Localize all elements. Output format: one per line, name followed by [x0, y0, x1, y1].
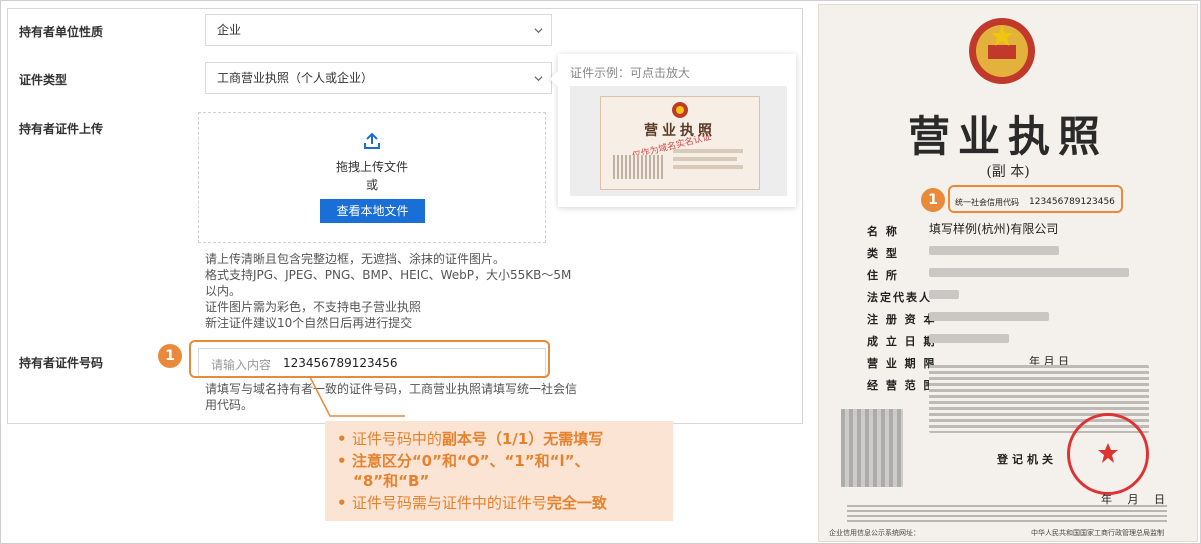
cert-sample-popover[interactable]: 证件示例：可点击放大 营业执照 仅作为域名实名认证	[549, 54, 796, 207]
upload-dropzone[interactable]: 拖拽上传文件 或 查看本地文件	[198, 112, 546, 243]
upload-label: 持有者证件上传	[19, 122, 104, 136]
official-seal	[1067, 413, 1149, 495]
field-name-label: 名 称	[867, 225, 899, 238]
field-capital-label: 注 册 资 本	[867, 313, 937, 326]
qr-code	[841, 409, 903, 487]
chevron-down-icon	[534, 28, 543, 34]
redacted-text	[929, 246, 1059, 255]
sample-line	[673, 157, 737, 161]
upload-icon	[364, 132, 380, 149]
certificate-title: 营业执照	[907, 112, 1108, 161]
registration-office-label: 登记机关	[997, 453, 1057, 466]
field-term-label: 营 业 期 限	[867, 357, 937, 370]
callout-item-3: • 证件号码需与证件中的证件号完全一致	[337, 494, 607, 512]
certificate-subtitle: (副 本)	[986, 164, 1030, 180]
credit-code-highlight	[948, 185, 1123, 213]
cert-type-label: 证件类型	[19, 73, 68, 87]
upload-hint-5: 新注证件建议10个自然日后再进行提交	[205, 316, 413, 330]
cert-type-value: 工商营业执照（个人或企业）	[217, 71, 374, 85]
annotation-badge: 1	[921, 188, 945, 212]
popover-arrow	[549, 71, 565, 87]
field-founded-label: 成 立 日 期	[867, 335, 937, 348]
upload-drag-text: 拖拽上传文件	[335, 160, 408, 174]
upload-hint-3: 以内。	[205, 284, 242, 298]
annotation-badge: 1	[158, 344, 182, 368]
browse-local-file-button[interactable]: 查看本地文件	[320, 199, 425, 223]
sample-line	[673, 149, 743, 153]
callout-item-1: • 证件号码中的副本号（1/1）无需填写	[337, 430, 604, 448]
field-type-label: 类 型	[867, 247, 899, 260]
holder-type-select[interactable]: 企业	[205, 14, 552, 46]
holder-type-value: 企业	[217, 23, 242, 37]
callout-item-2b: “8”和“B”	[353, 472, 430, 490]
cert-number-highlight	[189, 340, 550, 378]
sample-qr	[613, 155, 663, 179]
holder-type-label: 持有者单位性质	[19, 25, 104, 39]
callout-item-2: • 注意区分“0”和“O”、“1”和“l”、	[337, 452, 590, 470]
redacted-text	[929, 290, 959, 299]
field-address-label: 住 所	[867, 269, 899, 282]
national-emblem-icon	[969, 18, 1035, 84]
upload-hint-4: 证件图片需为彩色，不支持电子营业执照	[205, 300, 422, 314]
redacted-text	[929, 268, 1129, 277]
field-name-value: 填写样例(杭州)有限公司	[929, 222, 1059, 236]
cert-type-select[interactable]: 工商营业执照（个人或企业）	[205, 62, 552, 94]
upload-or-text: 或	[365, 178, 378, 192]
upload-hint-list: 请上传清晰且包含完整边框，无遮挡、涂抹的证件图片。 格式支持JPG、JPEG、P…	[205, 251, 571, 331]
certificate-footer-right: 中华人民共和国国家工商行政管理总局监制	[1031, 529, 1164, 537]
field-legal-rep-label: 法定代表人	[867, 291, 932, 304]
business-license-image: 营业执照 (副 本) 统一社会信用代码 123456789123456 名 称 …	[818, 4, 1198, 542]
sample-title: 证件示例：可点击放大	[570, 66, 691, 80]
redacted-text	[929, 334, 1009, 343]
field-scope-label: 经 营 范 围	[867, 379, 937, 392]
sample-license-card: 营业执照 仅作为域名实名认证	[600, 96, 760, 190]
chevron-down-icon	[534, 76, 543, 82]
sample-license-image[interactable]: 营业执照 仅作为域名实名认证	[570, 86, 787, 196]
sample-line	[673, 165, 743, 169]
upload-hint-1: 请上传清晰且包含完整边框，无遮挡、涂抹的证件图片。	[205, 252, 506, 266]
star-icon	[1098, 443, 1118, 463]
redacted-text	[929, 312, 1049, 321]
callout-connector	[309, 376, 405, 417]
redacted-footnote	[847, 505, 1167, 523]
national-emblem-icon	[672, 102, 688, 118]
cert-number-label: 持有者证件号码	[19, 356, 104, 370]
upload-hint-2: 格式支持JPG、JPEG、PNG、BMP、HEIC、WebP，大小55KB～5M	[205, 268, 572, 282]
certificate-footer-left: 企业信用信息公示系统网址：	[829, 529, 920, 537]
annotation-callout: • 证件号码中的副本号（1/1）无需填写 • 注意区分“0”和“O”、“1”和“…	[325, 421, 673, 521]
